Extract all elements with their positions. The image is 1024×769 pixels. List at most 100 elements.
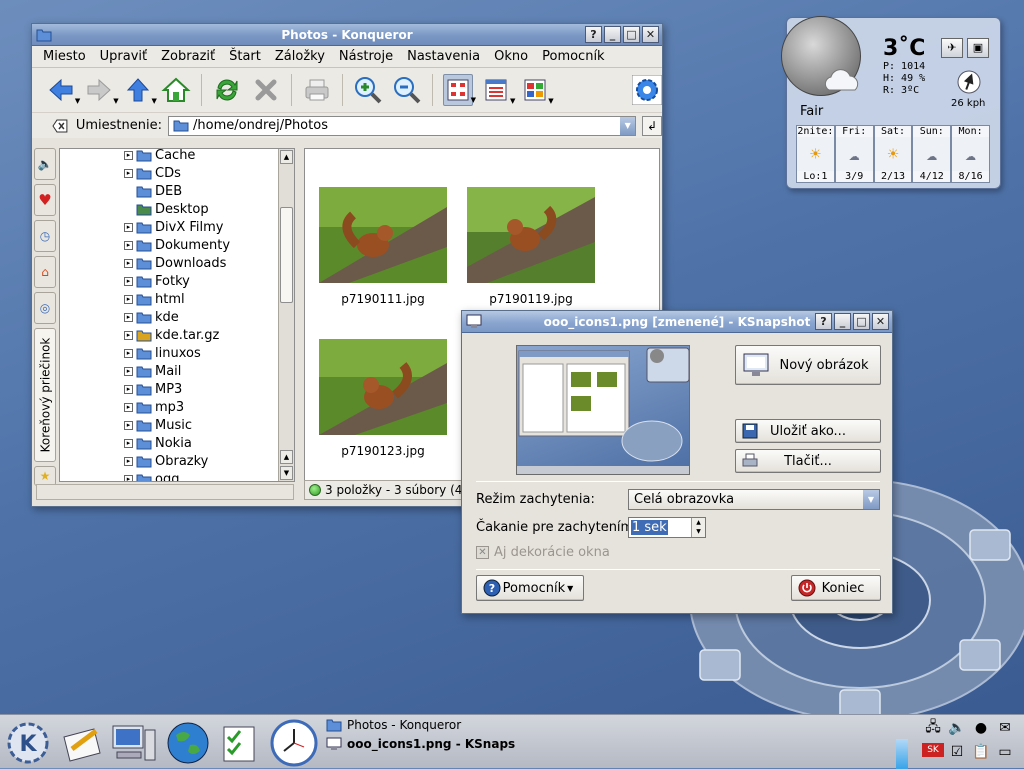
close-button[interactable]: ✕ — [642, 26, 659, 43]
tray-mail-icon[interactable]: ✉ — [994, 717, 1016, 739]
tray-network-icon[interactable]: 🖧 — [922, 717, 944, 739]
close-button[interactable]: ✕ — [872, 313, 889, 330]
pager-indicator[interactable] — [896, 739, 908, 769]
expand-toggle-icon[interactable]: ▸ — [124, 294, 133, 304]
help-button[interactable]: ? — [815, 313, 832, 330]
expand-toggle-icon[interactable]: ▸ — [124, 474, 133, 481]
tree-item[interactable]: DEB — [60, 182, 182, 200]
sidebar-tab-media[interactable]: 🔈 — [34, 148, 56, 180]
menu-okno[interactable]: Okno — [487, 49, 535, 64]
file-item[interactable]: p7190119.jpg — [461, 187, 601, 306]
clear-location-icon[interactable] — [52, 119, 68, 133]
sidebar-tab-network[interactable]: ◎ — [34, 292, 56, 324]
tree-item[interactable]: ▸ Music — [60, 416, 192, 434]
minimize-button[interactable]: _ — [834, 313, 851, 330]
sidebar-tab-home[interactable]: ⌂ — [34, 256, 56, 288]
clock-applet[interactable] — [270, 719, 318, 767]
expand-toggle-icon[interactable]: ▸ — [124, 168, 133, 178]
help-button[interactable]: ? — [585, 26, 602, 43]
expand-toggle-icon[interactable]: ▸ — [124, 222, 133, 232]
expand-toggle-icon[interactable]: ▸ — [124, 150, 133, 160]
home-button[interactable] — [161, 74, 191, 106]
launcher-web-browser[interactable] — [164, 719, 212, 767]
print-button[interactable]: Tlačiť... — [735, 449, 881, 473]
print-button[interactable] — [302, 74, 332, 106]
tree-item[interactable]: ▸ kde — [60, 308, 179, 326]
icon-view-button[interactable]: ▼ — [442, 74, 476, 106]
expand-toggle-icon[interactable]: ▸ — [124, 402, 133, 412]
minimize-button[interactable]: _ — [604, 26, 621, 43]
list-view-button[interactable]: ▼ — [481, 74, 515, 106]
quit-button[interactable]: Koniec — [791, 575, 881, 601]
new-snapshot-button[interactable]: Nový obrázok — [735, 345, 881, 385]
menu-nastavenia[interactable]: Nastavenia — [400, 49, 487, 64]
go-button[interactable]: ↲ — [642, 115, 662, 136]
expand-toggle-icon[interactable]: ▸ — [124, 330, 133, 340]
help-menu-button[interactable]: ? Pomocník ▼ — [476, 575, 584, 601]
tree-item[interactable]: ▸ kde.tar.gz — [60, 326, 219, 344]
panel-splitter[interactable] — [298, 148, 302, 482]
konqueror-throbber[interactable] — [631, 74, 662, 106]
scroll-thumb[interactable] — [280, 207, 293, 303]
menu-zobrazit[interactable]: Zobraziť — [154, 49, 222, 64]
tree-item[interactable]: ▸ Fotky — [60, 272, 190, 290]
snapshot-preview[interactable] — [516, 345, 690, 475]
zoom-out-button[interactable] — [391, 74, 421, 106]
up-button[interactable]: ▼ — [123, 74, 157, 106]
tree-item[interactable]: ▸ ogg — [60, 470, 179, 481]
forward-button[interactable]: ▼ — [84, 74, 119, 106]
tray-checklist-icon[interactable]: ☑ — [946, 741, 968, 763]
reload-button[interactable] — [212, 74, 242, 106]
scroll-down-button[interactable]: ▼ — [280, 466, 293, 480]
scroll-up-button[interactable]: ▲ — [280, 150, 293, 164]
expand-toggle-icon[interactable]: ▸ — [124, 366, 133, 376]
launcher-my-computer[interactable] — [110, 719, 158, 767]
expand-toggle-icon[interactable]: ▸ — [124, 258, 133, 268]
konqueror-titlebar[interactable]: Photos - Konqueror ? _ □ ✕ — [32, 24, 662, 46]
weather-refresh-button[interactable]: ▣ — [967, 38, 989, 58]
expand-toggle-icon[interactable]: ▸ — [124, 240, 133, 250]
tree-item[interactable]: ▸ DivX Filmy — [60, 218, 223, 236]
kde-menu-button[interactable]: K — [4, 719, 52, 767]
capture-mode-select[interactable]: Celá obrazovka ▼ — [628, 489, 880, 510]
weather-widget[interactable]: 3˚C P: 1014 H: 49 % R: 3ºC ✈ ▣ 26 kph Fa… — [781, 16, 1001, 189]
sidebar-tab-history[interactable]: ◷ — [34, 220, 56, 252]
tree-item[interactable]: ▸ mp3 — [60, 398, 184, 416]
tree-item[interactable]: ▸ Obrazky — [60, 452, 208, 470]
weather-config-button[interactable]: ✈ — [941, 38, 963, 58]
launcher-kontact[interactable] — [216, 719, 264, 767]
window-decorations-checkbox[interactable]: ✕ Aj dekorácie okna — [476, 545, 610, 560]
tree-item[interactable]: ▸ MP3 — [60, 380, 182, 398]
tree-item[interactable]: ▸ html — [60, 290, 185, 308]
tree-item[interactable]: ▸ Downloads — [60, 254, 226, 272]
delay-spinbox[interactable]: 1 sek ▲ ▼ — [628, 517, 706, 538]
expand-toggle-icon[interactable]: ▸ — [124, 420, 133, 430]
menu-miesto[interactable]: Miesto — [36, 49, 93, 64]
tree-item[interactable]: ▸ linuxos — [60, 344, 201, 362]
expand-toggle-icon[interactable]: ▸ — [124, 384, 133, 394]
expand-toggle-icon[interactable]: ▸ — [124, 312, 133, 322]
expand-toggle-icon[interactable]: ▸ — [124, 276, 133, 286]
spin-arrows[interactable]: ▲ ▼ — [691, 518, 705, 537]
expand-toggle-icon[interactable]: ▸ — [124, 438, 133, 448]
stop-button[interactable] — [251, 74, 281, 106]
file-item[interactable]: p7190111.jpg — [313, 187, 453, 306]
taskbar-item-konqueror[interactable]: Photos - Konqueror — [326, 715, 461, 734]
menu-pomocnik[interactable]: Pomocník — [535, 49, 611, 64]
tray-keyboard-layout-icon[interactable]: SK — [922, 743, 944, 757]
ksnapshot-titlebar[interactable]: ooo_icons1.png [zmenené] - KSnapshot ? _… — [462, 311, 892, 333]
menu-start[interactable]: Štart — [222, 49, 268, 64]
menu-zalozky[interactable]: Záložky — [268, 49, 332, 64]
tray-monitor-icon[interactable]: ▭ — [994, 741, 1016, 763]
maximize-button[interactable]: □ — [623, 26, 640, 43]
tree-item[interactable]: ▸ Cache — [60, 149, 195, 164]
save-as-button[interactable]: Uložiť ako... — [735, 419, 881, 443]
launcher-kwrite[interactable] — [58, 719, 106, 767]
taskbar-item-ksnapshot[interactable]: ooo_icons1.png - KSnaps — [326, 734, 515, 753]
sidebar-tab-bookmarks[interactable]: ♥ — [34, 184, 56, 216]
tree-scrollbar[interactable]: ▲ ▲ ▼ — [278, 149, 294, 481]
location-dropdown[interactable]: ▼ — [620, 116, 636, 135]
sidebar-tab-favorites[interactable]: ★ — [34, 466, 56, 486]
back-button[interactable]: ▼ — [46, 74, 80, 106]
tree-item[interactable]: ▸ Nokia — [60, 434, 192, 452]
